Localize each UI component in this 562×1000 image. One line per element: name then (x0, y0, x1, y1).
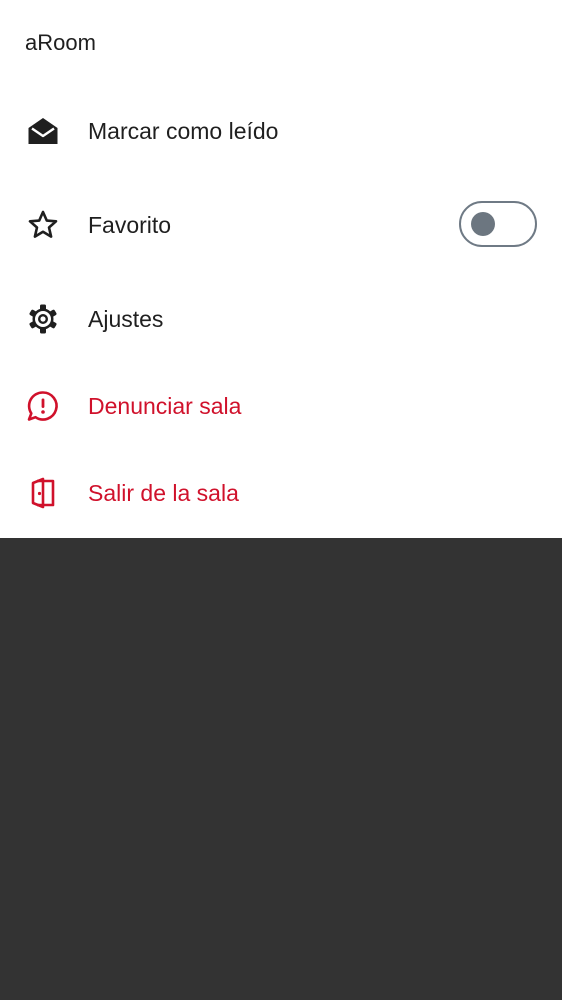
leave-room-icon (25, 477, 61, 509)
sheet-title: aRoom (25, 30, 96, 55)
favorite-toggle[interactable] (459, 201, 537, 247)
report-room-label: Denunciar sala (88, 393, 242, 419)
report-room-item[interactable]: Denunciar sala (0, 376, 562, 436)
dim-overlay[interactable] (0, 538, 562, 1000)
favorite-label: Favorito (88, 212, 172, 238)
gear-icon (25, 303, 61, 335)
favorite-item[interactable]: Favorito (0, 195, 562, 255)
leave-room-item[interactable]: Salir de la sala (0, 463, 562, 523)
report-icon (25, 390, 61, 422)
settings-item[interactable]: Ajustes (0, 289, 562, 349)
leave-room-label: Salir de la sala (88, 480, 239, 506)
star-icon (25, 209, 61, 241)
mark-as-read-label: Marcar como leído (88, 118, 279, 144)
settings-label: Ajustes (88, 306, 164, 332)
mail-open-icon (25, 115, 61, 147)
room-actions-sheet: aRoom Marcar como leído Favorito Ajustes… (0, 0, 562, 538)
mark-as-read-item[interactable]: Marcar como leído (0, 101, 562, 161)
toggle-knob (471, 212, 495, 236)
